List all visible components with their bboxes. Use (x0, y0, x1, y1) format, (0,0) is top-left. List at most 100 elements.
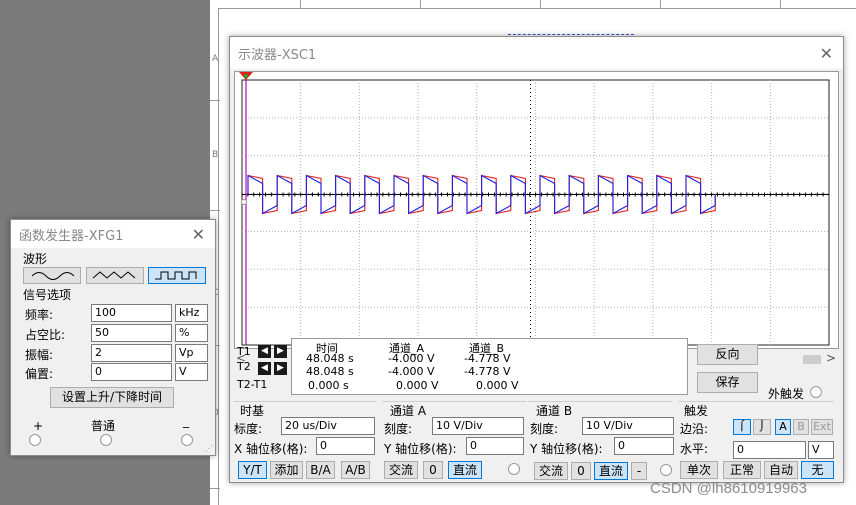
t2-t1-label: T2-T1 (237, 378, 268, 391)
x-position-field[interactable]: 0 (316, 437, 375, 455)
trigger-source-b-button[interactable]: B (793, 419, 809, 435)
t2-right-arrow-icon[interactable]: ▶ (274, 362, 287, 375)
add-mode-button[interactable]: 添加 (270, 461, 303, 479)
close-icon[interactable]: ✕ (820, 44, 833, 63)
close-icon[interactable]: ✕ (192, 225, 205, 244)
readout-t1-channel-a: -4.000 V (388, 352, 435, 365)
signal-options-title: 信号选项 (23, 288, 72, 302)
channel-a-title: 通道 A (390, 404, 427, 418)
t1-label: T1 (237, 345, 251, 358)
channel-b-scale-field[interactable]: 10 V/Div (582, 417, 674, 435)
watermark: CSDN @lh8610919963 (650, 480, 807, 497)
channel-a-terminal[interactable] (508, 463, 520, 475)
readout-t2-time: 48.048 s (306, 365, 354, 378)
x-position-label: X 轴位移(格): (234, 442, 308, 456)
channel-b-ypos-label: Y 轴位移(格): (530, 442, 603, 456)
frequency-field[interactable]: 100 (91, 304, 172, 322)
offset-field[interactable]: 0 (91, 363, 172, 381)
t1-right-arrow-icon[interactable]: ▶ (274, 345, 287, 358)
reverse-button[interactable]: 反向 (697, 344, 758, 365)
readout-t2-channel-a: -4.000 V (388, 365, 435, 378)
falling-edge-icon[interactable]: ⌡ (753, 419, 771, 435)
scope-screen[interactable] (234, 71, 839, 349)
trigger-level-unit[interactable]: V (808, 441, 834, 459)
square-wave-icon (155, 271, 197, 280)
scroll-right-icon[interactable]: > (826, 351, 836, 365)
schematic-row-letter: A (212, 54, 219, 64)
auto-trigger-button[interactable]: 自动 (764, 461, 798, 479)
channel-b-dc-button[interactable]: 直流 (594, 462, 628, 480)
readout-t1-channel-b: -4.778 V (464, 352, 511, 365)
sine-wave-button[interactable] (23, 267, 81, 284)
t2-left-arrow-icon[interactable]: ◀ (258, 362, 271, 375)
schematic-tick (210, 488, 220, 489)
terminal-minus-label: _ (183, 414, 189, 428)
yt-mode-button[interactable]: Y/T (238, 461, 267, 479)
channel-a-ac-button[interactable]: 交流 (384, 461, 418, 479)
duty-cycle-label: 占空比: (25, 328, 66, 342)
trigger-level-label: 水平: (680, 442, 709, 456)
readout-t2-channel-b: -4.778 V (464, 365, 511, 378)
channel-b-ypos-field[interactable]: 0 (614, 437, 674, 455)
ab-mode-button[interactable]: A/B (341, 461, 370, 479)
channel-a-dc-button[interactable]: 直流 (448, 461, 482, 479)
schematic-tick (210, 100, 220, 101)
frequency-unit[interactable]: kHz (175, 304, 208, 322)
none-trigger-button[interactable]: 无 (801, 461, 834, 479)
terminal-common[interactable] (100, 434, 112, 446)
normal-trigger-button[interactable]: 正常 (723, 461, 761, 479)
channel-b-title: 通道 B (536, 404, 573, 418)
frequency-label: 频率: (25, 308, 54, 322)
oscilloscope-titlebar[interactable]: 示波器-XSC1 ✕ (230, 37, 843, 69)
square-wave-button[interactable] (148, 267, 206, 284)
terminal-plus[interactable] (29, 434, 41, 446)
amplitude-unit[interactable]: Vp (175, 344, 208, 362)
timebase-scale-label: 标度: (234, 422, 263, 436)
schematic-selection (508, 34, 634, 35)
channel-a-ypos-field[interactable]: 0 (466, 437, 524, 455)
offset-unit[interactable]: V (175, 363, 208, 381)
channel-b-scale-label: 刻度: (530, 422, 559, 436)
duty-cycle-field[interactable]: 50 (91, 324, 172, 342)
rise-fall-time-button[interactable]: 设置上升/下降时间 (50, 387, 174, 408)
terminal-minus[interactable] (181, 434, 193, 446)
rising-edge-icon[interactable]: ⌠ (733, 419, 751, 435)
t1-left-arrow-icon[interactable]: ◀ (258, 345, 271, 358)
offset-label: 偏置: (25, 367, 54, 381)
schematic-tick (420, 0, 421, 9)
terminal-plus-label: + (33, 419, 44, 433)
resize-grip-icon[interactable]: ⋰ (205, 444, 213, 453)
channel-a-zero-button[interactable]: 0 (423, 461, 443, 479)
schematic-tick (540, 0, 541, 9)
duty-cycle-unit[interactable]: % (175, 324, 208, 342)
channel-a-scale-label: 刻度: (384, 422, 413, 436)
ext-trigger-terminal[interactable] (810, 386, 822, 398)
channel-b-terminal[interactable] (660, 464, 672, 476)
schematic-tick (660, 0, 661, 9)
channel-b-minus-button[interactable]: - (631, 462, 647, 480)
function-generator-titlebar[interactable]: 函数发生器-XFG1 ✕ (11, 220, 215, 248)
ba-mode-button[interactable]: B/A (306, 461, 335, 479)
single-trigger-button[interactable]: 单次 (680, 461, 718, 479)
oscilloscope-window[interactable]: 示波器-XSC1 ✕ < > T1 T2 T2-T1 ◀ ▶ ◀ ▶ 时间 通道… (229, 36, 844, 483)
amplitude-field[interactable]: 2 (91, 344, 172, 362)
channel-marker (241, 199, 247, 205)
trigger-source-a-button[interactable]: A (775, 419, 791, 435)
function-generator-window[interactable]: 函数发生器-XFG1 ✕ 波形 信号选项 频率: 100 kHz 占空比: 50… (10, 219, 216, 456)
trigger-level-field[interactable]: 0 (733, 441, 806, 459)
triangle-wave-button[interactable] (86, 267, 144, 284)
readout-diff-time: 0.000 s (308, 379, 349, 392)
readout-t1-time: 48.048 s (306, 352, 354, 365)
scroll-thumb[interactable] (803, 355, 821, 364)
timebase-scale-field[interactable]: 20 us/Div (281, 417, 375, 435)
scope-display (239, 72, 830, 346)
schematic-tick (300, 0, 301, 9)
cursor-readout: 时间 通道_A 通道_B 48.048 s -4.000 V -4.778 V … (291, 338, 688, 395)
trigger-title: 触发 (684, 404, 709, 418)
trigger-source-ext-button[interactable]: Ext (811, 419, 833, 435)
channel-a-ypos-label: Y 轴位移(格): (384, 442, 457, 456)
channel-b-ac-button[interactable]: 交流 (534, 462, 568, 480)
channel-b-zero-button[interactable]: 0 (571, 462, 591, 480)
channel-a-scale-field[interactable]: 10 V/Div (432, 417, 524, 435)
save-button[interactable]: 保存 (697, 372, 758, 393)
